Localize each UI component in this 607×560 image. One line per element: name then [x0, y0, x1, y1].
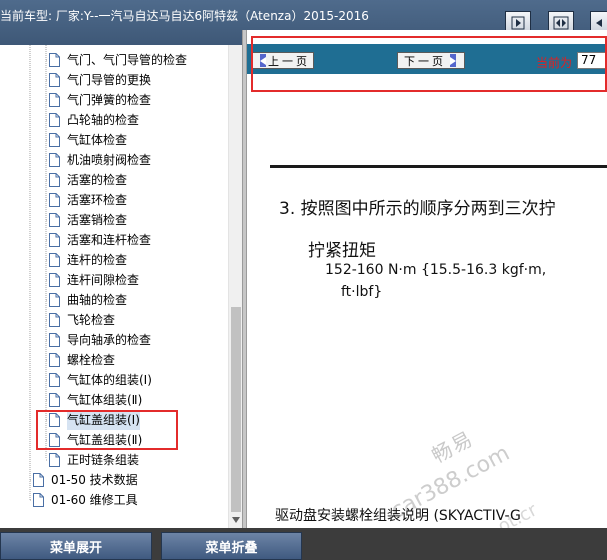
tree-item[interactable]: 活塞环检查 [48, 190, 127, 210]
tree-item[interactable]: 气缸体检查 [48, 130, 127, 150]
document-icon [49, 373, 60, 387]
tree-item[interactable]: 气缸盖组装(Ⅱ) [48, 430, 142, 450]
scrollbar-thumb[interactable] [231, 307, 241, 512]
document-icon [49, 233, 60, 247]
tree-item-label: 活塞的检查 [67, 173, 128, 187]
next-page-label: 下一页 [404, 54, 446, 68]
document-icon [49, 333, 60, 347]
prev-page-button[interactable]: 上一页 [251, 52, 314, 69]
tree-item-label: 气缸体的组装(Ⅰ) [67, 373, 152, 387]
collapse-right-icon [596, 19, 602, 27]
tree-item[interactable]: 气缸体组装(Ⅱ) [48, 390, 142, 410]
tree-item[interactable]: 飞轮检查 [48, 310, 115, 330]
tree-item-label: 气缸体组装(Ⅱ) [67, 393, 143, 407]
document-icon [49, 213, 60, 227]
document-rule [270, 165, 607, 168]
scroll-down-arrow-icon[interactable] [231, 515, 241, 525]
menu-expand-button[interactable]: 菜单展开 [0, 532, 152, 560]
tree-item-label: 凸轮轴的检查 [67, 113, 140, 127]
tree-item-label: 飞轮检查 [67, 313, 116, 327]
tree-item-label: 气门导管的更换 [67, 73, 152, 87]
tree-item[interactable]: 机油喷射阀检查 [48, 150, 151, 170]
document-icon [49, 253, 60, 267]
document-icon [49, 153, 60, 167]
document-icon [49, 453, 60, 467]
prev-page-label: 上一页 [268, 54, 310, 68]
tree-item[interactable]: 气缸盖组装(Ⅰ) [48, 410, 140, 430]
tree-item[interactable]: 凸轮轴的检查 [48, 110, 139, 130]
document-icon [49, 353, 60, 367]
tree-item[interactable]: 活塞销检查 [48, 210, 127, 230]
document-icon [49, 273, 60, 287]
document-icon [49, 53, 60, 67]
document-icon [49, 433, 60, 447]
tree-item[interactable]: 连杆间隙检查 [48, 270, 139, 290]
tree-item-label: 机油喷射阀检查 [67, 153, 152, 167]
bottom-bar: 菜单展开 菜单折叠 [0, 528, 607, 560]
document-icon [49, 393, 60, 407]
document-icon [49, 133, 60, 147]
torque-value: 152-160 N·m {15.5-16.3 kgf·m, [325, 262, 547, 278]
tree-item[interactable]: 连杆的检查 [48, 250, 127, 270]
tree-item-label: 活塞销检查 [67, 213, 128, 227]
torque-heading: 拧紧扭矩 [308, 241, 376, 261]
tree-item-label: 曲轴的检查 [67, 293, 128, 307]
page-nav-bar: 上一页 下一页 当前为 77 [247, 44, 607, 74]
tree-item-label: 01-60 维修工具 [51, 493, 138, 507]
tree-item[interactable]: 活塞和连杆检查 [48, 230, 151, 250]
tree-item-label: 导向轴承的检查 [67, 333, 152, 347]
tree-item[interactable]: 气缸体的组装(Ⅰ) [48, 370, 152, 390]
expand-horizontal-icon [553, 16, 569, 30]
current-page-label: 当前为 [536, 56, 573, 70]
current-vehicle-title: 当前车型: 厂家:Y--一汽马自达马自达6阿特兹（Atenza）2015-201… [0, 9, 369, 23]
tree-item-label: 正时链条组装 [67, 453, 140, 467]
tree-item-label: 连杆的检查 [67, 253, 128, 267]
tree-item-label: 螺栓检查 [67, 353, 116, 367]
tree-item-label: 活塞和连杆检查 [67, 233, 152, 247]
arrow-right-icon [450, 54, 456, 67]
document-icon [33, 493, 44, 507]
tree-item[interactable]: 气门弹簧的检查 [48, 90, 151, 110]
tree-item-label: 01-50 技术数据 [51, 473, 138, 487]
tree-item-label: 气门弹簧的检查 [67, 93, 152, 107]
tree-item-label: 气缸盖组装(Ⅱ) [67, 433, 143, 447]
step-text: 3. 按照图中所示的顺序分两到三次拧 [279, 199, 556, 219]
figure-caption: 驱动盘安装螺栓组装说明 (SKYACTIV-G [275, 508, 521, 524]
tree-item[interactable]: 螺栓检查 [48, 350, 115, 370]
tree-item[interactable]: 导向轴承的检查 [48, 330, 151, 350]
menu-collapse-button[interactable]: 菜单折叠 [161, 532, 302, 560]
tree-item-label: 气缸体检查 [67, 133, 128, 147]
document-icon [49, 413, 60, 427]
tree-item[interactable]: 气门、气门导管的检查 [48, 50, 187, 70]
document-icon [33, 473, 44, 487]
tree-item[interactable]: 气门导管的更换 [48, 70, 151, 90]
tree-scrollbar[interactable] [228, 45, 242, 528]
document-icon [49, 173, 60, 187]
tree-item[interactable]: 01-50 技术数据 [32, 470, 138, 490]
tree-item-label: 连杆间隙检查 [67, 273, 140, 287]
torque-unit: ft·lbf} [341, 284, 383, 300]
page-number-input[interactable]: 77 [577, 52, 607, 69]
document-icon [49, 293, 60, 307]
tree-item-label: 气缸盖组装(Ⅰ) [67, 410, 140, 430]
arrow-left-icon [260, 54, 266, 67]
document-icon [49, 93, 60, 107]
document-pane: 上一页 下一页 当前为 77 3. 按照图中所示的顺序分两到三次拧 拧紧扭矩 1… [247, 30, 607, 528]
next-page-button[interactable]: 下一页 [397, 52, 465, 69]
collapse-left-icon [511, 16, 525, 30]
tree-item[interactable]: 正时链条组装 [48, 450, 139, 470]
tree-item-label: 气门、气门导管的检查 [67, 53, 188, 67]
tree-item[interactable]: 曲轴的检查 [48, 290, 127, 310]
document-icon [49, 193, 60, 207]
document-icon [49, 73, 60, 87]
document-icon [49, 113, 60, 127]
tree-item[interactable]: 01-60 维修工具 [32, 490, 138, 510]
document-icon [49, 313, 60, 327]
tree-item[interactable]: 活塞的检查 [48, 170, 127, 190]
tree-panel: 气门、气门导管的检查 气门导管的更换 气门弹簧的检查 凸轮轴的检查 气缸体检查机油喷射阀… [0, 45, 242, 528]
tree-item-label: 活塞环检查 [67, 193, 128, 207]
